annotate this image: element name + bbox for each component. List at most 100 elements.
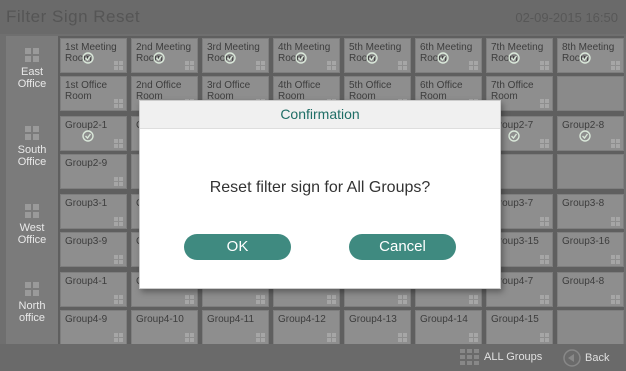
group-cell[interactable]: Group4-10 [131,310,198,345]
page-title: Filter Sign Reset [6,7,141,26]
group-cell[interactable]: 1st Meeting Room [60,38,127,73]
group-cell[interactable]: Group4-1 [60,272,127,307]
unit-grid-icon [114,99,123,108]
filter-sign-icon [82,130,94,142]
unit-grid-icon [114,255,123,264]
group-name: 2nd Office Room [136,80,182,102]
unit-grid-icon [114,333,123,342]
area-label[interactable]: South Office [6,114,58,192]
bottom-bar: ALL Groups Back [0,344,626,371]
group-cell[interactable]: 8th Meeting Room [557,38,624,73]
group-name: 7th Office Room [491,80,534,102]
all-groups-button[interactable]: ALL Groups [460,349,542,365]
area-grid-icon [25,126,39,140]
group-name: Group3-1 [65,198,108,209]
group-name: 5th Office Room [349,80,392,102]
group-name: Group3-16 [562,236,610,247]
group-cell[interactable]: 3rd Meeting Room [202,38,269,73]
unit-grid-icon [611,217,620,226]
empty-cell [557,154,624,189]
cancel-button[interactable]: Cancel [349,234,456,260]
unit-grid-icon [185,295,194,304]
empty-cell [557,76,624,111]
group-cell[interactable]: 7th Meeting Room [486,38,553,73]
group-cell[interactable]: Group3-16 [557,232,624,267]
group-cell[interactable]: Group3-9 [60,232,127,267]
area-name: North office [18,300,46,324]
area-name: East Office [17,66,47,90]
unit-grid-icon [611,139,620,148]
group-cell[interactable]: 1st Office Room [60,76,127,111]
dialog-message: Reset filter sign for All Groups? [209,179,431,196]
group-cell[interactable]: Group3-1 [60,194,127,229]
unit-grid-icon [540,255,549,264]
group-cell[interactable]: Group2-8 [557,116,624,151]
group-cell[interactable]: Group4-15 [486,310,553,345]
unit-grid-icon [327,333,336,342]
unit-grid-icon [256,333,265,342]
area-name: South Office [17,144,47,168]
group-cell[interactable]: Group4-14 [415,310,482,345]
group-name: Group2-9 [65,158,108,169]
group-cell[interactable]: Group2-9 [60,154,127,189]
group-name: Group4-10 [136,314,184,325]
group-cell[interactable]: Group2-1 [60,116,127,151]
unit-grid-icon [540,295,549,304]
confirmation-dialog: Confirmation Reset filter sign for All G… [139,100,501,289]
unit-grid-icon [114,139,123,148]
unit-grid-icon [256,295,265,304]
area-label[interactable]: North office [6,270,58,348]
unit-grid-icon [327,61,336,70]
group-cell[interactable]: Group4-13 [344,310,411,345]
unit-grid-icon [327,295,336,304]
unit-grid-icon [540,139,549,148]
group-name: 6th Office Room [420,80,463,102]
ok-button[interactable]: OK [184,234,291,260]
area-grid-icon [25,48,39,62]
unit-grid-icon [469,333,478,342]
group-cell[interactable]: 6th Meeting Room [415,38,482,73]
filter-sign-icon [508,130,520,142]
group-name: Group4-13 [349,314,397,325]
group-name: 4th Office Room [278,80,321,102]
group-cell[interactable]: Group4-12 [273,310,340,345]
all-groups-label: ALL Groups [484,351,543,363]
unit-grid-icon [114,61,123,70]
group-cell[interactable]: 2nd Meeting Room [131,38,198,73]
group-cell[interactable]: Group4-11 [202,310,269,345]
filter-sign-icon [437,52,449,64]
group-cell[interactable]: Group4-9 [60,310,127,345]
area-label[interactable]: East Office [6,36,58,114]
group-cell[interactable]: Group4-8 [557,272,624,307]
unit-grid-icon [114,217,123,226]
back-icon [563,349,581,367]
unit-grid-icon [185,333,194,342]
group-name: Group4-1 [65,276,108,287]
group-name: 3rd Office Room [207,80,251,102]
unit-grid-icon [611,295,620,304]
unit-grid-icon [469,61,478,70]
group-name: Group4-14 [420,314,468,325]
group-cell[interactable]: Group3-8 [557,194,624,229]
group-name: Group3-9 [65,236,108,247]
unit-grid-icon [611,255,620,264]
area-label[interactable]: West Office [6,192,58,270]
filter-sign-icon [153,52,165,64]
filter-sign-icon [295,52,307,64]
unit-grid-icon [540,333,549,342]
group-name: Group3-8 [562,198,605,209]
unit-grid-icon [256,61,265,70]
filter-sign-icon [82,52,94,64]
group-name: Group4-12 [278,314,326,325]
group-cell[interactable]: 4th Meeting Room [273,38,340,73]
unit-grid-icon [398,295,407,304]
group-name: 1st Office Room [65,80,108,102]
filter-sign-icon [579,130,591,142]
unit-grid-icon [114,295,123,304]
unit-grid-icon [540,99,549,108]
back-button[interactable]: Back [563,349,609,367]
title-bar: Filter Sign Reset 02-09-2015 16:50 [0,0,626,34]
group-cell[interactable]: 5th Meeting Room [344,38,411,73]
filter-sign-icon [508,52,520,64]
unit-grid-icon [398,333,407,342]
